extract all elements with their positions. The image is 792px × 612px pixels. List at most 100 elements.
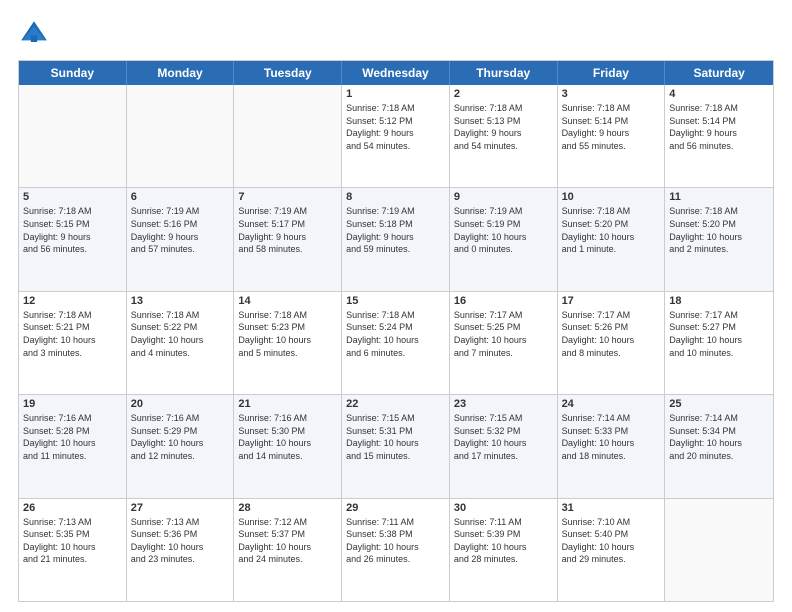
day-info: Sunrise: 7:17 AM Sunset: 5:25 PM Dayligh… [454,309,553,359]
day-info: Sunrise: 7:11 AM Sunset: 5:38 PM Dayligh… [346,516,445,566]
calendar-cell [234,85,342,187]
calendar-cell: 15 Sunrise: 7:18 AM Sunset: 5:24 PM Dayli… [342,292,450,394]
weekday-header-wednesday: Wednesday [342,61,450,85]
calendar-cell: 6 Sunrise: 7:19 AM Sunset: 5:16 PM Daylig… [127,188,235,290]
calendar-row: 12Sunrise: 7:18 AM Sunset: 5:21 PM Dayli… [19,291,773,394]
calendar-cell: 26 Sunrise: 7:13 AM Sunset: 5:35 PM Dayli… [19,499,127,601]
day-info: Sunrise: 7:17 AM Sunset: 5:26 PM Dayligh… [562,309,661,359]
day-info: Sunrise: 7:18 AM Sunset: 5:20 PM Dayligh… [562,205,661,255]
day-info: Sunrise: 7:16 AM Sunset: 5:28 PM Dayligh… [23,412,122,462]
day-number: 5 [23,191,122,203]
day-number: 9 [454,191,553,203]
day-info: Sunrise: 7:15 AM Sunset: 5:32 PM Dayligh… [454,412,553,462]
day-number: 1 [346,88,445,100]
day-number: 2 [454,88,553,100]
calendar-row: 26 Sunrise: 7:13 AM Sunset: 5:35 PM Dayli… [19,498,773,601]
calendar-cell: 18 Sunrise: 7:17 AM Sunset: 5:27 PM Dayli… [665,292,773,394]
day-info: Sunrise: 7:10 AM Sunset: 5:40 PM Dayligh… [562,516,661,566]
calendar-cell: 2 Sunrise: 7:18 AM Sunset: 5:13 PM Daylig… [450,85,558,187]
day-info: Sunrise: 7:16 AM Sunset: 5:29 PM Dayligh… [131,412,230,462]
day-number: 15 [346,295,445,307]
day-number: 26 [23,502,122,514]
day-number: 7 [238,191,337,203]
day-number: 4 [669,88,769,100]
day-info: Sunrise: 7:14 AM Sunset: 5:34 PM Dayligh… [669,412,769,462]
calendar-row: 5 Sunrise: 7:18 AM Sunset: 5:15 PM Daylig… [19,187,773,290]
day-number: 11 [669,191,769,203]
calendar-cell: 28 Sunrise: 7:12 AM Sunset: 5:37 PM Dayli… [234,499,342,601]
day-info: Sunrise: 7:12 AM Sunset: 5:37 PM Dayligh… [238,516,337,566]
day-number: 8 [346,191,445,203]
day-info: Sunrise: 7:19 AM Sunset: 5:17 PM Dayligh… [238,205,337,255]
weekday-header-thursday: Thursday [450,61,558,85]
calendar-cell: 23 Sunrise: 7:15 AM Sunset: 5:32 PM Dayli… [450,395,558,497]
day-info: Sunrise: 7:18 AM Sunset: 5:22 PM Dayligh… [131,309,230,359]
day-info: Sunrise: 7:19 AM Sunset: 5:18 PM Dayligh… [346,205,445,255]
day-info: Sunrise: 7:18 AM Sunset: 5:12 PM Dayligh… [346,102,445,152]
day-number: 6 [131,191,230,203]
weekday-header-tuesday: Tuesday [234,61,342,85]
day-info: Sunrise: 7:18 AM Sunset: 5:23 PM Dayligh… [238,309,337,359]
day-number: 16 [454,295,553,307]
calendar-body: 1 Sunrise: 7:18 AM Sunset: 5:12 PM Daylig… [19,85,773,601]
day-info: Sunrise: 7:18 AM Sunset: 5:13 PM Dayligh… [454,102,553,152]
weekday-header-sunday: Sunday [19,61,127,85]
page-header [18,18,774,50]
calendar-cell: 16 Sunrise: 7:17 AM Sunset: 5:25 PM Dayli… [450,292,558,394]
calendar-cell: 12Sunrise: 7:18 AM Sunset: 5:21 PM Dayli… [19,292,127,394]
calendar-cell: 24 Sunrise: 7:14 AM Sunset: 5:33 PM Dayli… [558,395,666,497]
day-number: 23 [454,398,553,410]
day-info: Sunrise: 7:13 AM Sunset: 5:35 PM Dayligh… [23,516,122,566]
calendar-cell: 31Sunrise: 7:10 AM Sunset: 5:40 PM Dayli… [558,499,666,601]
calendar-cell [19,85,127,187]
calendar-cell: 4Sunrise: 7:18 AM Sunset: 5:14 PM Daylig… [665,85,773,187]
day-number: 30 [454,502,553,514]
weekday-header-monday: Monday [127,61,235,85]
day-number: 24 [562,398,661,410]
calendar-cell: 21Sunrise: 7:16 AM Sunset: 5:30 PM Dayli… [234,395,342,497]
day-number: 17 [562,295,661,307]
calendar-cell: 13 Sunrise: 7:18 AM Sunset: 5:22 PM Dayli… [127,292,235,394]
day-number: 28 [238,502,337,514]
weekday-header-saturday: Saturday [665,61,773,85]
day-info: Sunrise: 7:19 AM Sunset: 5:16 PM Dayligh… [131,205,230,255]
calendar-cell [665,499,773,601]
day-info: Sunrise: 7:17 AM Sunset: 5:27 PM Dayligh… [669,309,769,359]
day-number: 14 [238,295,337,307]
calendar-cell: 7 Sunrise: 7:19 AM Sunset: 5:17 PM Daylig… [234,188,342,290]
calendar-cell: 22Sunrise: 7:15 AM Sunset: 5:31 PM Dayli… [342,395,450,497]
logo-icon [18,18,50,50]
day-number: 10 [562,191,661,203]
calendar: SundayMondayTuesdayWednesdayThursdayFrid… [18,60,774,602]
day-info: Sunrise: 7:14 AM Sunset: 5:33 PM Dayligh… [562,412,661,462]
day-number: 13 [131,295,230,307]
calendar-cell: 27Sunrise: 7:13 AM Sunset: 5:36 PM Dayli… [127,499,235,601]
calendar-cell: 8 Sunrise: 7:19 AM Sunset: 5:18 PM Daylig… [342,188,450,290]
calendar-cell: 25 Sunrise: 7:14 AM Sunset: 5:34 PM Dayli… [665,395,773,497]
day-info: Sunrise: 7:18 AM Sunset: 5:20 PM Dayligh… [669,205,769,255]
day-number: 20 [131,398,230,410]
day-info: Sunrise: 7:18 AM Sunset: 5:15 PM Dayligh… [23,205,122,255]
calendar-cell: 17 Sunrise: 7:17 AM Sunset: 5:26 PM Dayli… [558,292,666,394]
calendar-row: 19 Sunrise: 7:16 AM Sunset: 5:28 PM Dayli… [19,394,773,497]
day-number: 29 [346,502,445,514]
day-info: Sunrise: 7:18 AM Sunset: 5:24 PM Dayligh… [346,309,445,359]
calendar-cell: 19 Sunrise: 7:16 AM Sunset: 5:28 PM Dayli… [19,395,127,497]
day-info: Sunrise: 7:18 AM Sunset: 5:21 PM Dayligh… [23,309,122,359]
calendar-row: 1 Sunrise: 7:18 AM Sunset: 5:12 PM Daylig… [19,85,773,187]
calendar-cell: 9 Sunrise: 7:19 AM Sunset: 5:19 PM Daylig… [450,188,558,290]
calendar-header: SundayMondayTuesdayWednesdayThursdayFrid… [19,61,773,85]
day-info: Sunrise: 7:19 AM Sunset: 5:19 PM Dayligh… [454,205,553,255]
day-info: Sunrise: 7:11 AM Sunset: 5:39 PM Dayligh… [454,516,553,566]
calendar-cell: 1 Sunrise: 7:18 AM Sunset: 5:12 PM Daylig… [342,85,450,187]
day-number: 25 [669,398,769,410]
day-number: 19 [23,398,122,410]
calendar-cell: 29 Sunrise: 7:11 AM Sunset: 5:38 PM Dayli… [342,499,450,601]
weekday-header-friday: Friday [558,61,666,85]
calendar-cell: 30 Sunrise: 7:11 AM Sunset: 5:39 PM Dayli… [450,499,558,601]
day-number: 18 [669,295,769,307]
day-info: Sunrise: 7:15 AM Sunset: 5:31 PM Dayligh… [346,412,445,462]
calendar-cell: 10 Sunrise: 7:18 AM Sunset: 5:20 PM Dayli… [558,188,666,290]
calendar-cell: 20 Sunrise: 7:16 AM Sunset: 5:29 PM Dayli… [127,395,235,497]
day-info: Sunrise: 7:16 AM Sunset: 5:30 PM Dayligh… [238,412,337,462]
